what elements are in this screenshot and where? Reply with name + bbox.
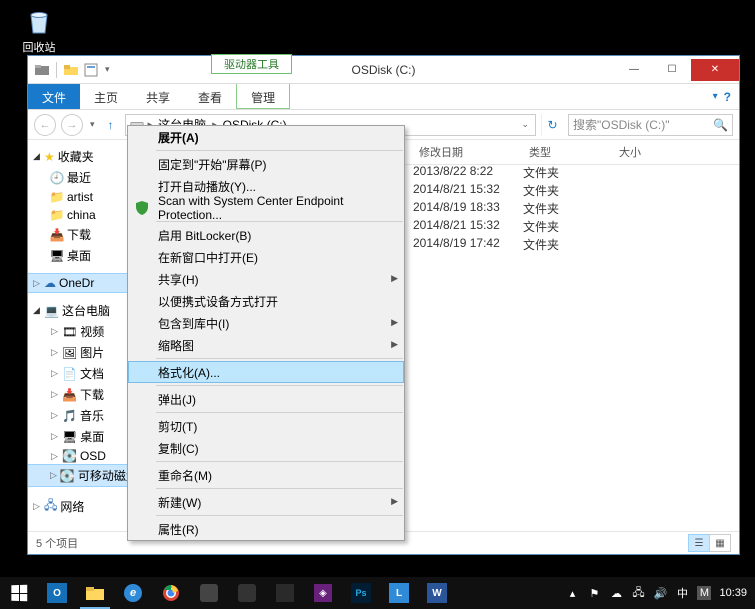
search-box[interactable]: 搜索"OSDisk (C:)" 🔍 [568,114,733,136]
context-menu-item[interactable]: 固定到"开始"屏幕(P) [128,153,404,175]
folder-icon[interactable] [63,62,79,78]
cell-type: 文件夹 [523,164,593,181]
col-type[interactable]: 类型 [523,140,613,164]
taskbar-word[interactable]: W [418,577,456,609]
back-button[interactable]: ← [34,114,56,136]
taskbar-app3[interactable] [266,577,304,609]
taskbar-explorer[interactable] [76,577,114,609]
tab-file[interactable]: 文件 [28,84,80,109]
submenu-arrow-icon: ▶ [391,496,398,507]
quick-access-toolbar: ▾ [28,62,112,78]
ime-lang[interactable]: 中 [675,586,689,600]
cell-date: 2014/8/21 15:32 [413,182,523,196]
cell-type: 文件夹 [523,182,593,199]
taskbar-ps[interactable]: Ps [342,577,380,609]
search-placeholder: 搜索"OSDisk (C:)" [573,116,670,133]
network-icon[interactable]: 🖧 [631,586,645,600]
taskbar-vs[interactable]: ◈ [304,577,342,609]
context-menu-item[interactable]: 复制(C) [128,437,404,459]
context-menu-item[interactable]: 包含到库中(I)▶ [128,312,404,334]
cell-date: 2014/8/21 15:32 [413,218,523,232]
taskbar-app1[interactable] [190,577,228,609]
context-menu: 展开(A)固定到"开始"屏幕(P)打开自动播放(Y)...Scan with S… [127,125,405,541]
recycle-bin[interactable]: 回收站 [15,5,63,55]
tab-manage[interactable]: 管理 [237,84,289,108]
window-title: OSDisk (C:) [352,63,416,77]
taskbar-outlook[interactable]: O [38,577,76,609]
tray-up-icon[interactable]: ▴ [565,586,579,600]
view-icons-button[interactable]: ▦ [709,534,731,552]
view-details-button[interactable]: ☰ [688,534,710,552]
qat-dropdown[interactable]: ▾ [103,64,112,75]
cell-date: 2013/8/22 8:22 [413,164,523,178]
search-icon[interactable]: 🔍 [713,118,728,132]
explorer-icon [34,62,50,78]
ime-mode[interactable]: M [697,586,711,600]
context-menu-item[interactable]: 格式化(A)... [128,361,404,383]
taskbar-lync[interactable]: L [380,577,418,609]
shield-icon [134,200,150,216]
context-menu-item[interactable]: 新建(W)▶ [128,491,404,513]
titlebar[interactable]: ▾ 驱动器工具 OSDisk (C:) — ☐ ✕ [28,56,739,84]
context-menu-item[interactable]: 缩略图▶ [128,334,404,356]
tab-home[interactable]: 主页 [80,84,132,109]
tab-share[interactable]: 共享 [132,84,184,109]
history-dropdown[interactable]: ▾ [88,119,97,130]
context-menu-item[interactable]: 展开(A) [128,126,404,148]
minimize-button[interactable]: — [615,59,653,81]
context-menu-item[interactable]: Scan with System Center Endpoint Protect… [128,197,404,219]
taskbar-app2[interactable] [228,577,266,609]
cell-type: 文件夹 [523,236,593,253]
forward-button[interactable]: → [61,114,83,136]
context-menu-item[interactable]: 剪切(T) [128,415,404,437]
flag-icon[interactable]: ⚑ [587,586,601,600]
context-menu-item[interactable]: 以便携式设备方式打开 [128,290,404,312]
addr-dropdown[interactable]: ⌄ [519,119,531,130]
col-date[interactable]: 修改日期 [413,140,523,164]
item-count: 5 个项目 [36,535,78,551]
cell-date: 2014/8/19 18:33 [413,200,523,214]
cell-type: 文件夹 [523,218,593,235]
clock[interactable]: 10:39 [719,587,747,599]
maximize-button[interactable]: ☐ [653,59,691,81]
context-menu-item[interactable]: 共享(H)▶ [128,268,404,290]
help-icon[interactable]: ? [724,90,731,104]
system-tray: ▴ ⚑ ☁ 🖧 🔊 中 M 10:39 [565,586,755,600]
taskbar-ie[interactable]: e [114,577,152,609]
submenu-arrow-icon: ▶ [391,339,398,350]
context-menu-item[interactable]: 属性(R) [128,518,404,540]
context-menu-item[interactable]: 启用 BitLocker(B) [128,224,404,246]
up-button[interactable]: ↑ [102,118,120,132]
cell-date: 2014/8/19 17:42 [413,236,523,250]
ribbon-expand-icon[interactable]: ▾ [713,91,718,102]
recycle-bin-label: 回收站 [23,42,56,54]
taskbar-chrome[interactable] [152,577,190,609]
taskbar: O e ◈ Ps L W ▴ ⚑ ☁ 🖧 🔊 中 M 10:39 [0,577,755,609]
start-button[interactable] [0,577,38,609]
tab-view[interactable]: 查看 [184,84,236,109]
context-menu-item[interactable]: 弹出(J) [128,388,404,410]
contextual-tab-label: 驱动器工具 [211,54,292,74]
properties-icon[interactable] [83,62,99,78]
col-size[interactable]: 大小 [613,140,693,164]
submenu-arrow-icon: ▶ [391,317,398,328]
refresh-button[interactable]: ↻ [541,114,563,136]
close-button[interactable]: ✕ [691,59,739,81]
onedrive-icon[interactable]: ☁ [609,586,623,600]
volume-icon[interactable]: 🔊 [653,586,667,600]
context-menu-item[interactable]: 重命名(M) [128,464,404,486]
cell-type: 文件夹 [523,200,593,217]
context-menu-item[interactable]: 在新窗口中打开(E) [128,246,404,268]
submenu-arrow-icon: ▶ [391,273,398,284]
ribbon-tabs: 文件 主页 共享 查看 管理 ▾ ? [28,84,739,110]
recycle-bin-icon [23,5,55,37]
